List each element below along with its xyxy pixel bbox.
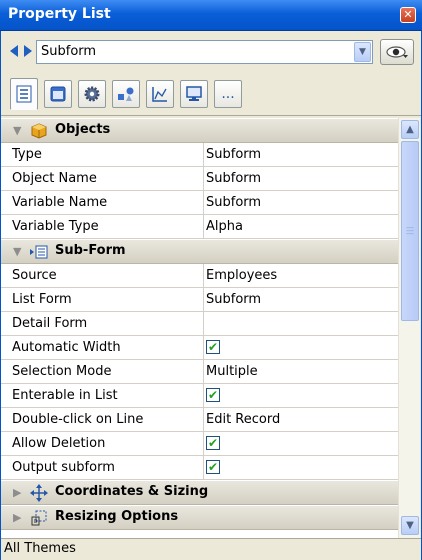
property-value[interactable]: Employees xyxy=(206,264,277,287)
list-view-tab[interactable] xyxy=(10,78,38,110)
property-name: Allow Deletion xyxy=(0,432,204,455)
graph-tab[interactable] xyxy=(146,80,174,108)
property-name: Selection Mode xyxy=(0,360,204,383)
property-row[interactable]: Source Employees xyxy=(0,264,398,288)
section-label: Sub-Form xyxy=(55,243,126,258)
scroll-thumb[interactable]: — — — xyxy=(401,141,419,321)
expanded-triangle-icon[interactable]: ▼ xyxy=(13,124,21,137)
property-row[interactable]: Enterable in List ✔ xyxy=(0,384,398,408)
chevron-down-icon[interactable]: ▼ xyxy=(354,42,371,62)
property-value[interactable]: Edit Record xyxy=(206,408,280,431)
property-row[interactable]: Double-click on Line Edit Record xyxy=(0,408,398,432)
property-name: Object Name xyxy=(0,167,204,190)
property-row[interactable]: Variable Type Alpha xyxy=(0,215,398,239)
status-text: All Themes xyxy=(4,541,76,556)
property-row[interactable]: List Form Subform xyxy=(0,288,398,312)
section-sub-form[interactable]: ▼ Sub-Form xyxy=(0,239,398,264)
expanded-triangle-icon[interactable]: ▼ xyxy=(13,245,21,258)
section-label: Coordinates & Sizing xyxy=(55,484,209,499)
cube-icon xyxy=(31,123,47,139)
property-value[interactable]: Multiple xyxy=(206,360,258,383)
property-name: Enterable in List xyxy=(0,384,204,407)
property-row[interactable]: Selection Mode Multiple xyxy=(0,360,398,384)
object-selector-row: Subform ▼ xyxy=(0,31,422,72)
title-bar: Property List ✕ xyxy=(0,0,422,31)
status-bar: All Themes xyxy=(0,538,422,560)
property-name: Type xyxy=(0,143,204,166)
property-row[interactable]: Automatic Width ✔ xyxy=(0,336,398,360)
property-name: Source xyxy=(0,264,204,287)
close-icon[interactable]: ✕ xyxy=(400,7,416,23)
property-row[interactable]: Type Subform xyxy=(0,143,398,167)
property-row[interactable]: Detail Form xyxy=(0,312,398,336)
property-value[interactable]: Subform xyxy=(206,288,261,311)
allow-deletion-checkbox[interactable]: ✔ xyxy=(206,436,220,450)
prev-next-arrows-icon[interactable] xyxy=(10,44,32,58)
window-icon xyxy=(50,86,66,102)
window-title: Property List xyxy=(8,6,111,22)
collapsed-triangle-icon[interactable]: ▶ xyxy=(13,486,21,499)
property-row[interactable]: Allow Deletion ✔ xyxy=(0,432,398,456)
property-name: Variable Name xyxy=(0,191,204,214)
object-tab[interactable] xyxy=(44,80,72,108)
shapes-icon xyxy=(118,87,134,101)
object-select-value: Subform xyxy=(41,44,97,59)
property-row[interactable]: Object Name Subform xyxy=(0,167,398,191)
move-arrows-icon xyxy=(30,484,48,502)
output-subform-checkbox[interactable]: ✔ xyxy=(206,460,220,474)
scroll-down-icon[interactable]: ▼ xyxy=(401,516,419,535)
collapsed-triangle-icon[interactable]: ▶ xyxy=(13,511,21,524)
property-grid: ▼ Objects Type Subform Object Name Subfo… xyxy=(0,118,398,538)
vertical-scrollbar[interactable]: ▲ — — — ▼ xyxy=(398,118,420,538)
grip-icon: — — — xyxy=(406,223,414,238)
property-value[interactable]: Subform xyxy=(206,191,261,214)
shapes-tab[interactable] xyxy=(112,80,140,108)
section-objects[interactable]: ▼ Objects xyxy=(0,118,398,143)
gear-icon xyxy=(84,86,100,102)
list-icon xyxy=(16,85,32,103)
enterable-in-list-checkbox[interactable]: ✔ xyxy=(206,388,220,402)
settings-tab[interactable] xyxy=(78,80,106,108)
ellipsis-icon: ... xyxy=(221,86,235,102)
property-name: List Form xyxy=(0,288,204,311)
property-value[interactable]: Alpha xyxy=(206,215,243,238)
display-tab[interactable] xyxy=(180,80,208,108)
section-label: Objects xyxy=(55,122,111,137)
property-value[interactable]: Subform xyxy=(206,167,261,190)
more-tab[interactable]: ... xyxy=(214,80,242,108)
view-options-button[interactable] xyxy=(380,39,414,65)
property-row[interactable]: Variable Name Subform xyxy=(0,191,398,215)
scroll-up-icon[interactable]: ▲ xyxy=(401,120,419,139)
section-coordinates-sizing[interactable]: ▶ Coordinates & Sizing xyxy=(0,480,398,505)
property-row[interactable]: Output subform ✔ xyxy=(0,456,398,480)
property-value[interactable]: Subform xyxy=(206,143,261,166)
property-name: Double-click on Line xyxy=(0,408,204,431)
graph-icon xyxy=(152,87,167,102)
section-resizing-options[interactable]: ▶ Resizing Options xyxy=(0,505,398,530)
property-name: Detail Form xyxy=(0,312,204,335)
monitor-icon xyxy=(186,86,202,101)
automatic-width-checkbox[interactable]: ✔ xyxy=(206,340,220,354)
resize-icon xyxy=(31,510,47,526)
subform-icon xyxy=(30,245,48,259)
property-name: Variable Type xyxy=(0,215,204,238)
property-name: Output subform xyxy=(0,456,204,479)
section-label: Resizing Options xyxy=(55,509,179,524)
property-name: Automatic Width xyxy=(0,336,204,359)
property-tabs: ... xyxy=(0,72,422,116)
eye-icon xyxy=(386,46,408,58)
object-select[interactable]: Subform ▼ xyxy=(36,40,373,64)
